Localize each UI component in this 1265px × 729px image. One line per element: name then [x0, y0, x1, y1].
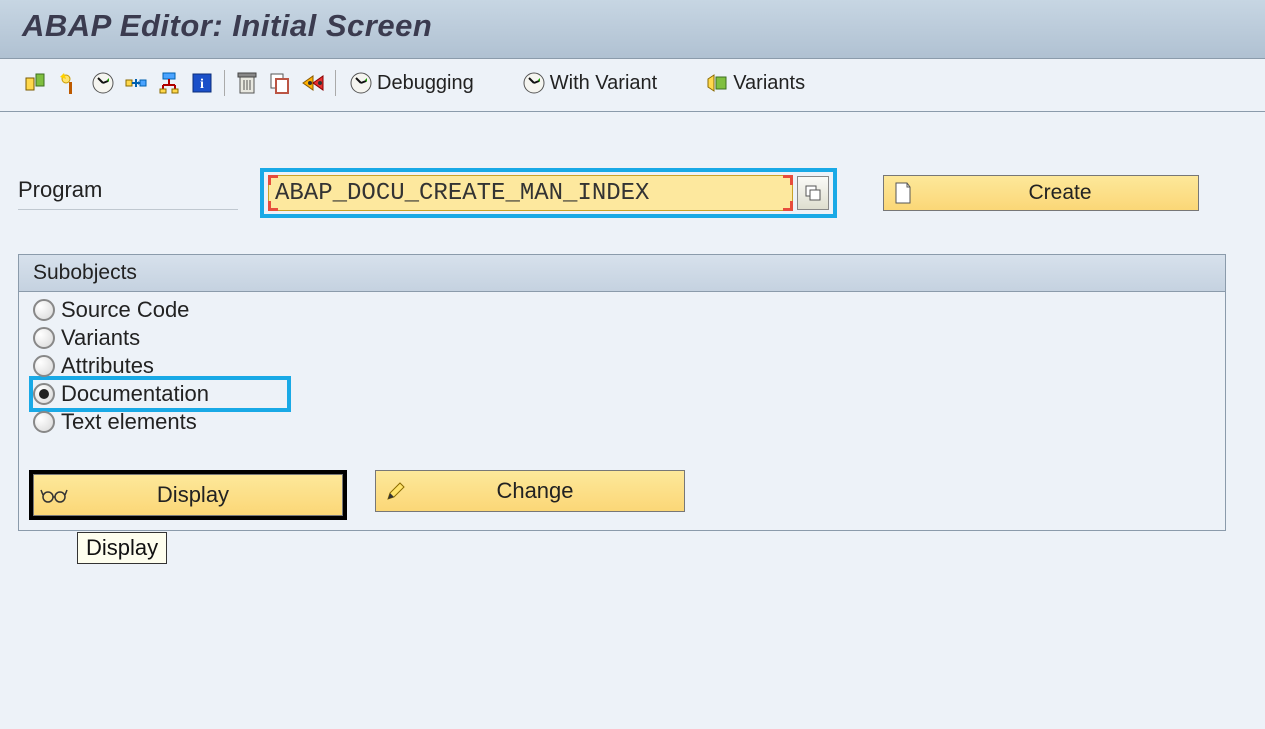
display-highlight: Display	[29, 470, 347, 520]
svg-text:i: i	[200, 77, 204, 92]
subobjects-header: Subobjects	[19, 255, 1225, 292]
program-row: Program Create	[18, 168, 1247, 218]
check-icon[interactable]	[22, 69, 52, 97]
radio-icon	[33, 299, 55, 321]
radio-source-code[interactable]: Source Code	[33, 296, 1211, 324]
debugging-button[interactable]: Debugging	[343, 69, 480, 97]
create-label: Create	[922, 181, 1198, 205]
radio-variants[interactable]: Variants	[33, 324, 1211, 352]
info-icon[interactable]: i	[187, 69, 217, 97]
object-list-icon[interactable]	[154, 69, 184, 97]
radio-icon	[33, 383, 55, 405]
program-label: Program	[18, 177, 238, 210]
change-label: Change	[416, 478, 684, 504]
pencil-icon	[376, 479, 416, 503]
toolbar-separator	[224, 70, 225, 96]
variants-label: Variants	[733, 72, 805, 95]
change-button[interactable]: Change	[375, 470, 685, 512]
variants-button[interactable]: Variants	[699, 69, 811, 97]
display-label: Display	[74, 482, 342, 508]
radio-text-elements[interactable]: Text elements	[33, 408, 1211, 436]
display-button[interactable]: Display	[33, 474, 343, 516]
activate-icon[interactable]	[55, 69, 85, 97]
content-area: Program Create	[0, 112, 1265, 549]
with-variant-label: With Variant	[550, 72, 657, 95]
delete-icon[interactable]	[232, 69, 262, 97]
radio-label: Source Code	[61, 297, 189, 323]
glasses-icon	[34, 486, 74, 504]
action-row: Display Change	[19, 444, 1225, 530]
radio-icon	[33, 327, 55, 349]
radio-icon	[33, 355, 55, 377]
radio-label: Text elements	[61, 409, 197, 435]
rename-icon[interactable]	[298, 69, 328, 97]
title-bar: ABAP Editor: Initial Screen	[0, 0, 1265, 59]
page-title: ABAP Editor: Initial Screen	[22, 8, 1243, 44]
program-input[interactable]	[268, 175, 793, 211]
debugging-label: Debugging	[377, 72, 474, 95]
tooltip: Display	[77, 532, 167, 564]
execute-icon[interactable]	[88, 69, 118, 97]
radio-label: Documentation	[61, 381, 209, 407]
toolbar: i Debugging	[0, 59, 1265, 112]
with-variant-button[interactable]: With Variant	[516, 69, 663, 97]
subobjects-list: Source Code Variants Attributes Document…	[19, 292, 1225, 444]
radio-label: Attributes	[61, 353, 154, 379]
value-help-button[interactable]	[797, 176, 829, 210]
copy-icon[interactable]	[265, 69, 295, 97]
where-used-icon[interactable]	[121, 69, 151, 97]
new-page-icon	[884, 181, 922, 205]
radio-documentation[interactable]: Documentation	[29, 376, 291, 412]
program-input-highlight	[260, 168, 837, 218]
toolbar-separator	[335, 70, 336, 96]
subobjects-panel: Subobjects Source Code Variants Attribut…	[18, 254, 1226, 531]
create-button[interactable]: Create	[883, 175, 1199, 211]
radio-label: Variants	[61, 325, 140, 351]
radio-icon	[33, 411, 55, 433]
